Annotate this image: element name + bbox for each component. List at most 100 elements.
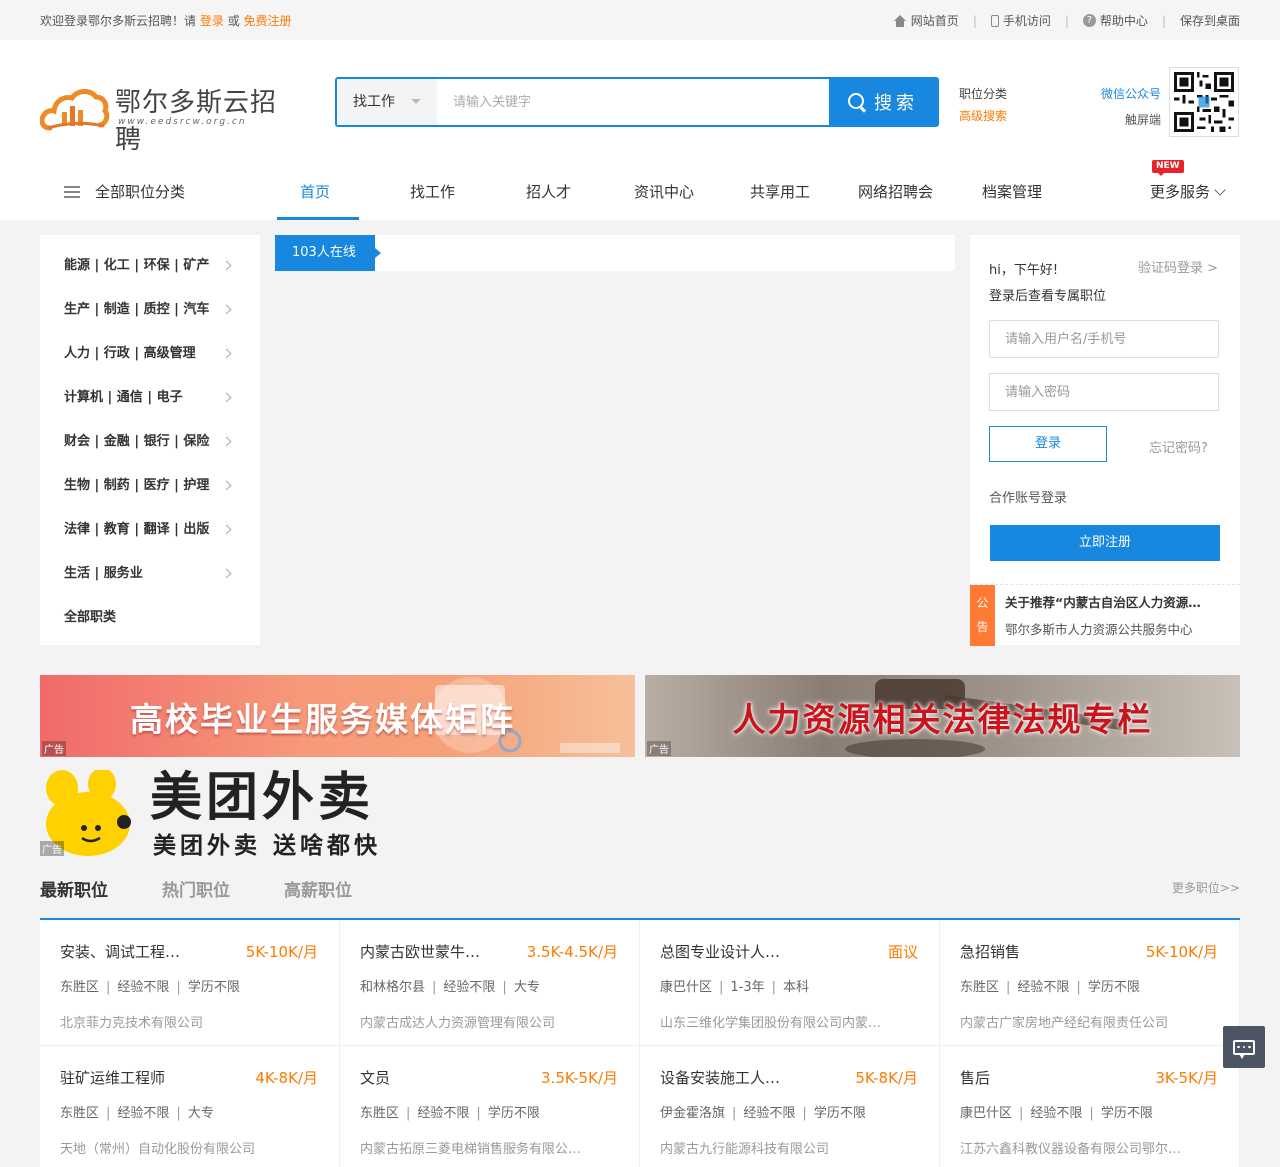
job-title[interactable]: 急招销售 xyxy=(960,941,1020,962)
job-company[interactable]: 山东三维化学集团股份有限公司内蒙… xyxy=(660,1012,922,1031)
more-services-menu[interactable]: 更多服务 xyxy=(1150,180,1226,204)
job-card[interactable]: 售后 3K-5K/月 康巴什区 | 经验不限 | 学历不限 江苏六鑫科教仪器设备有限公司… xyxy=(940,1046,1240,1167)
job-company[interactable]: 江苏六鑫科教仪器设备有限公司鄂尔… xyxy=(960,1138,1222,1157)
separator: | xyxy=(502,980,507,995)
chevron-right-icon xyxy=(221,304,232,315)
category-item[interactable]: 计算机 | 通信 | 电子 xyxy=(40,376,260,420)
meituan-slogan: 美团外卖 送啥都快 xyxy=(153,833,382,859)
category-item[interactable]: 生活 | 服务业 xyxy=(40,552,260,596)
job-salary: 3.5K-5K/月 xyxy=(541,1069,618,1087)
nav-item-online-fair[interactable]: 网络招聘会 xyxy=(858,180,933,204)
separator: | xyxy=(432,980,437,995)
job-company[interactable]: 内蒙古成达人力资源管理有限公司 xyxy=(360,1012,622,1031)
category-item[interactable]: 生物 | 制药 | 医疗 | 护理 xyxy=(40,464,260,508)
job-company[interactable]: 北京菲力克技术有限公司 xyxy=(60,1012,322,1031)
job-education: 本科 xyxy=(783,980,810,995)
job-title[interactable]: 设备安装施工人… xyxy=(660,1067,780,1088)
nav-item-archives[interactable]: 档案管理 xyxy=(982,180,1042,204)
ad-label: 广告 xyxy=(647,741,671,756)
chevron-right-icon xyxy=(221,260,232,271)
wechat-label[interactable]: 微信公众号 xyxy=(1090,81,1161,107)
job-grid: 安装、调试工程… 5K-10K/月 东胜区 | 经验不限 | 学历不限 北京菲力克技术有… xyxy=(40,920,1240,1167)
job-title[interactable]: 文员 xyxy=(360,1067,390,1088)
job-area: 东胜区 xyxy=(60,980,100,995)
new-badge: NEW xyxy=(1152,160,1184,176)
job-card[interactable]: 内蒙古欧世蒙牛… 3.5K-4.5K/月 和林格尔县 | 经验不限 | 大专 内蒙古成达… xyxy=(340,920,640,1046)
site-logo[interactable]: 鄂尔多斯云招聘 www.eedsrcw.org.cn xyxy=(40,80,280,172)
login-button[interactable]: 登录 xyxy=(989,426,1107,462)
separator: | xyxy=(732,1106,737,1121)
separator: | xyxy=(771,980,777,995)
mobile-link[interactable]: 手机访问 xyxy=(990,12,1051,29)
job-card[interactable]: 总图专业设计人… 面议 康巴什区 | 1-3年 | 本科 山东三维化学集团股份有限公司内… xyxy=(640,920,940,1046)
username-input[interactable] xyxy=(989,320,1219,358)
job-education: 学历不限 xyxy=(187,980,240,995)
site-home-link[interactable]: 网站首页 xyxy=(893,12,959,29)
job-area: 伊金霍洛旗 xyxy=(660,1106,726,1121)
graduate-banner[interactable]: 高校毕业生服务媒体矩阵 广告 xyxy=(40,675,635,757)
more-jobs-link[interactable]: 更多职位>> xyxy=(1172,879,1240,896)
password-input[interactable] xyxy=(989,373,1219,411)
nav-item-home[interactable]: 首页 xyxy=(300,180,330,204)
job-meta: 康巴什区 | 1-3年 | 本科 xyxy=(660,976,809,995)
job-company[interactable]: 内蒙古拓原三菱电梯销售服务有限公… xyxy=(360,1138,622,1157)
meituan-ad[interactable]: 美团外卖 美团外卖 送啥都快 广告 xyxy=(40,768,460,859)
job-company[interactable]: 内蒙古广家房地产经纪有限责任公司 xyxy=(960,1012,1222,1031)
job-title[interactable]: 总图专业设计人… xyxy=(660,941,780,962)
meituan-title: 美团外卖 xyxy=(150,768,375,828)
category-item[interactable]: 人力 | 行政 | 高级管理 xyxy=(40,332,260,376)
law-banner[interactable]: 人力资源相关法律法规专栏 广告 xyxy=(645,675,1240,757)
all-categories-menu[interactable]: 全部职位分类 xyxy=(64,180,185,204)
touch-label[interactable]: 触屏端 xyxy=(1090,107,1161,133)
category-item-all[interactable]: 全部职类 xyxy=(40,596,260,640)
nav-item-hire[interactable]: 招人才 xyxy=(526,180,571,204)
job-card[interactable]: 安装、调试工程… 5K-10K/月 东胜区 | 经验不限 | 学历不限 北京菲力克技术有… xyxy=(40,920,340,1046)
category-item[interactable]: 法律 | 教育 | 翻译 | 出版 xyxy=(40,508,260,552)
job-title[interactable]: 售后 xyxy=(960,1067,990,1088)
nav-item-news[interactable]: 资讯中心 xyxy=(634,180,694,204)
job-card[interactable]: 急招销售 5K-10K/月 东胜区 | 经验不限 | 学历不限 内蒙古广家房地产经纪有限… xyxy=(940,920,1240,1046)
category-link[interactable]: 职位分类 xyxy=(959,83,1007,105)
tab-latest-jobs[interactable]: 最新职位 xyxy=(40,876,108,901)
advanced-search-link[interactable]: 高级搜索 xyxy=(959,105,1007,127)
job-tabs: 最新职位 热门职位 高薪职位 更多职位>> xyxy=(40,870,1240,920)
job-company[interactable]: 内蒙古九行能源科技有限公司 xyxy=(660,1138,922,1157)
notice-badge: 公 告 xyxy=(970,585,995,646)
top-register-link[interactable]: 免费注册 xyxy=(244,14,292,28)
help-link[interactable]: ? 帮助中心 xyxy=(1082,12,1148,29)
search-input[interactable] xyxy=(437,79,829,125)
qr-code-icon xyxy=(1174,72,1234,132)
save-desktop-link[interactable]: 保存到桌面 xyxy=(1180,12,1240,29)
job-card[interactable]: 驻矿运维工程师 4K-8K/月 东胜区 | 经验不限 | 大专 天地（常州）自动化股份有… xyxy=(40,1046,340,1167)
or-label: 或 xyxy=(227,14,240,28)
nav-item-shared-employment[interactable]: 共享用工 xyxy=(750,180,810,204)
search-button[interactable]: 搜索 xyxy=(829,79,937,125)
job-education: 大专 xyxy=(513,980,540,995)
separator: | xyxy=(802,1106,807,1121)
search-type-select[interactable]: 找工作 xyxy=(337,79,437,125)
category-label: 法律 | 教育 | 翻译 | 出版 xyxy=(64,522,210,537)
job-title[interactable]: 内蒙古欧世蒙牛… xyxy=(360,941,480,962)
separator: | xyxy=(972,13,977,28)
nav-item-find-job[interactable]: 找工作 xyxy=(410,180,455,204)
code-login-link[interactable]: 验证码登录 > xyxy=(1138,257,1218,276)
job-title[interactable]: 驻矿运维工程师 xyxy=(60,1067,165,1088)
chat-button[interactable] xyxy=(1223,1026,1265,1068)
forgot-password-link[interactable]: 忘记密码? xyxy=(1149,437,1208,456)
login-panel: hi，下午好! 验证码登录 > 登录后查看专属职位 登录 忘记密码? 合作账号登… xyxy=(970,235,1240,646)
job-card[interactable]: 文员 3.5K-5K/月 东胜区 | 经验不限 | 学历不限 内蒙古拓原三菱电梯销售服务… xyxy=(340,1046,640,1167)
register-button[interactable]: 立即注册 xyxy=(990,525,1220,561)
qr-code xyxy=(1169,67,1239,137)
job-company[interactable]: 天地（常州）自动化股份有限公司 xyxy=(60,1138,322,1157)
tab-hot-jobs[interactable]: 热门职位 xyxy=(162,876,230,901)
category-item[interactable]: 财会 | 金融 | 银行 | 保险 xyxy=(40,420,260,464)
top-login-link[interactable]: 登录 xyxy=(200,14,224,28)
category-item[interactable]: 能源 | 化工 | 环保 | 矿产 xyxy=(40,244,260,288)
tab-high-salary-jobs[interactable]: 高薪职位 xyxy=(284,876,352,901)
category-item[interactable]: 生产 | 制造 | 质控 | 汽车 xyxy=(40,288,260,332)
cloud-logo-icon xyxy=(40,89,110,131)
job-title[interactable]: 安装、调试工程… xyxy=(60,941,180,962)
notice-item[interactable]: 关于推荐“内蒙古自治区人力资源服务行业领军人才”的通知 xyxy=(1005,592,1203,611)
job-card[interactable]: 设备安装施工人… 5K-8K/月 伊金霍洛旗 | 经验不限 | 学历不限 内蒙古九行能源… xyxy=(640,1046,940,1167)
notice-item[interactable]: 鄂尔多斯市人力资源公共服务中心 xyxy=(1005,619,1203,638)
